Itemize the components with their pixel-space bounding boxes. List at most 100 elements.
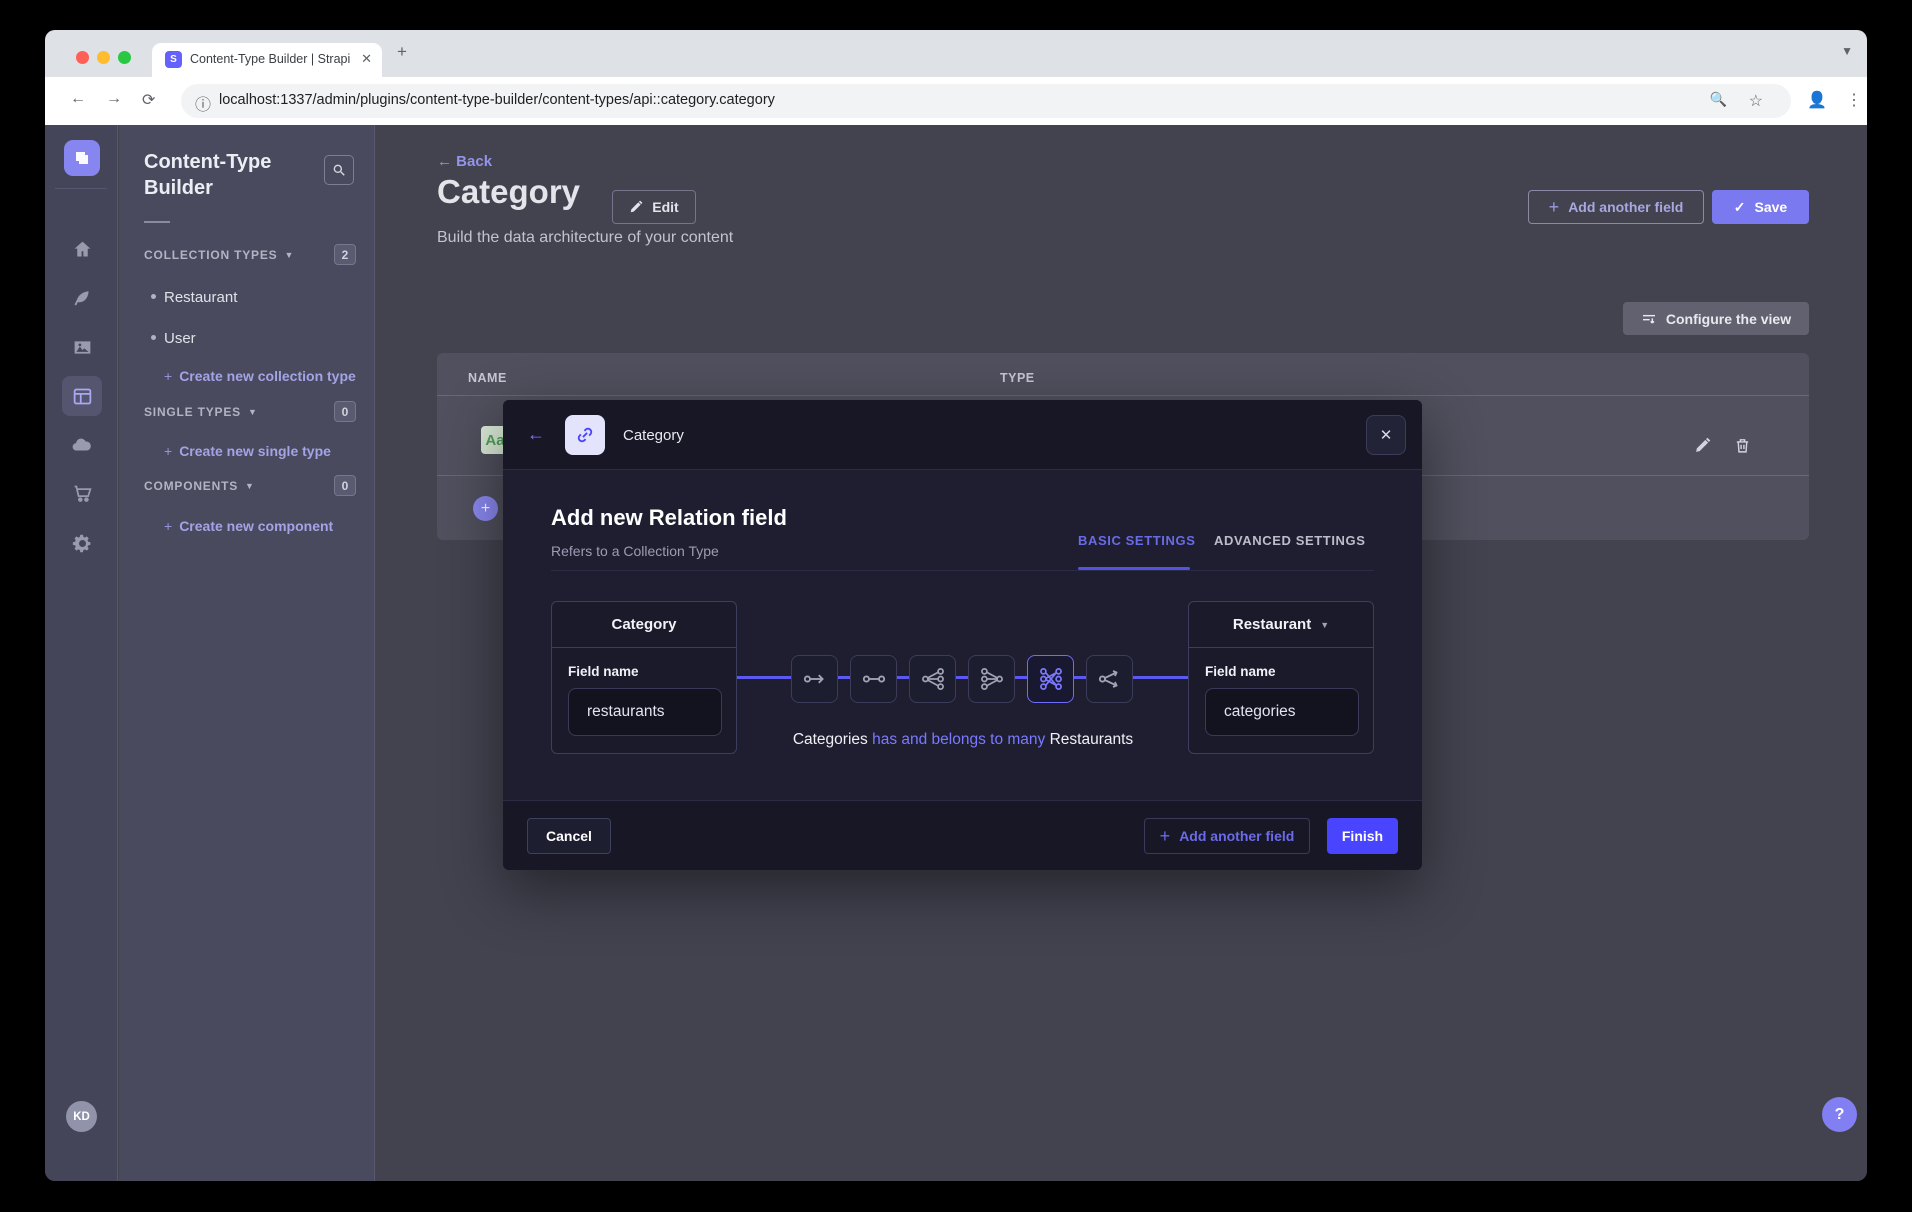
active-tab-underline bbox=[1078, 567, 1190, 570]
bullet-icon bbox=[151, 335, 156, 340]
relation-type-many-to-one-button[interactable] bbox=[968, 655, 1015, 703]
modal-add-another-field-button[interactable]: + Add another field bbox=[1144, 818, 1310, 854]
relation-type-many-way-button[interactable] bbox=[1086, 655, 1133, 703]
rail-home-button[interactable] bbox=[62, 229, 102, 269]
cancel-button[interactable]: Cancel bbox=[527, 818, 611, 854]
search-button[interactable] bbox=[324, 155, 354, 185]
chevron-down-icon: ▼ bbox=[248, 407, 258, 417]
page-title: Category bbox=[437, 173, 580, 211]
components-count-badge: 0 bbox=[334, 475, 356, 496]
rail-cloud-icon[interactable] bbox=[62, 425, 102, 465]
browser-window: S Content-Type Builder | Strapi ✕ + ▼ ← … bbox=[45, 30, 1867, 1181]
plus-icon: + bbox=[164, 443, 172, 459]
one-way-icon bbox=[802, 666, 828, 692]
section-components[interactable]: COMPONENTS▼ bbox=[144, 479, 255, 493]
create-collection-type-link[interactable]: +Create new collection type bbox=[164, 368, 356, 384]
many-way-icon bbox=[1097, 666, 1123, 692]
chevron-down-icon: ▼ bbox=[245, 481, 255, 491]
plus-icon: + bbox=[164, 518, 172, 534]
tab-search-chevron-icon[interactable]: ▼ bbox=[1841, 44, 1853, 58]
bookmark-star-icon[interactable]: ☆ bbox=[1749, 91, 1763, 111]
tab-close-icon[interactable]: ✕ bbox=[361, 51, 372, 67]
relation-type-one-to-many-button[interactable] bbox=[909, 655, 956, 703]
help-button[interactable]: ? bbox=[1822, 1097, 1857, 1132]
bullet-icon bbox=[151, 294, 156, 299]
edit-field-pencil-icon[interactable] bbox=[1694, 437, 1711, 454]
relation-type-one-way-button[interactable] bbox=[791, 655, 838, 703]
add-another-field-button[interactable]: + Add another field bbox=[1528, 190, 1704, 224]
sidebar-title: Content-Type Builder bbox=[144, 149, 294, 201]
modal-subtitle: Refers to a Collection Type bbox=[551, 543, 719, 559]
rail-media-library-icon[interactable] bbox=[62, 327, 102, 367]
chevron-down-icon: ▼ bbox=[284, 250, 294, 260]
delete-field-trash-icon[interactable] bbox=[1734, 437, 1751, 454]
back-icon[interactable]: ← bbox=[70, 90, 86, 108]
url-text: localhost:1337/admin/plugins/content-typ… bbox=[219, 92, 775, 108]
tab-title: Content-Type Builder | Strapi bbox=[190, 52, 350, 66]
modal-back-arrow-icon[interactable]: ← bbox=[527, 424, 545, 445]
rail-content-feather-icon[interactable] bbox=[62, 278, 102, 318]
target-field-name-label: Field name bbox=[1205, 664, 1276, 679]
back-link[interactable]: ← Back bbox=[437, 153, 492, 170]
rail-divider bbox=[55, 188, 107, 189]
modal-header: ← Category ✕ bbox=[503, 400, 1422, 470]
source-box-title: Category bbox=[552, 602, 736, 648]
target-field-name-input[interactable]: categories bbox=[1205, 688, 1359, 736]
strapi-favicon-icon: S bbox=[165, 51, 182, 68]
menu-kebab-icon[interactable]: ⋮ bbox=[1846, 90, 1862, 110]
plus-icon: + bbox=[1549, 197, 1560, 218]
tab-basic-settings[interactable]: BASIC SETTINGS bbox=[1078, 533, 1195, 548]
add-field-plus-icon[interactable]: + bbox=[473, 496, 498, 521]
target-collection-dropdown[interactable]: Restaurant ▼ bbox=[1189, 602, 1373, 648]
forward-icon[interactable]: → bbox=[106, 90, 122, 108]
window-minimize-button[interactable] bbox=[97, 51, 110, 64]
source-field-name-input[interactable]: restaurants bbox=[568, 688, 722, 736]
finish-button[interactable]: Finish bbox=[1327, 818, 1398, 854]
browser-tab-strip: S Content-Type Builder | Strapi ✕ + ▼ bbox=[45, 30, 1867, 77]
modal-header-title: Category bbox=[623, 427, 684, 444]
source-field-name-label: Field name bbox=[568, 664, 639, 679]
modal-close-button[interactable]: ✕ bbox=[1366, 415, 1406, 455]
strapi-admin: KD Content-Type Builder COLLECTION TYPES… bbox=[45, 125, 1867, 1181]
relation-verb: has and belongs to many bbox=[872, 731, 1045, 748]
relation-type-one-to-one-button[interactable] bbox=[850, 655, 897, 703]
modal-footer: Cancel + Add another field Finish bbox=[503, 800, 1422, 870]
sidebar-item-restaurant[interactable]: Restaurant bbox=[164, 289, 237, 306]
column-header-type: TYPE bbox=[1000, 371, 1035, 385]
rail-marketplace-cart-icon[interactable] bbox=[62, 473, 102, 513]
page-subtitle: Build the data architecture of your cont… bbox=[437, 229, 733, 247]
rail-content-type-builder-icon[interactable] bbox=[62, 376, 102, 416]
pencil-icon bbox=[629, 200, 643, 214]
user-avatar[interactable]: KD bbox=[66, 1101, 97, 1132]
nav-rail: KD bbox=[45, 125, 118, 1181]
column-header-name: NAME bbox=[468, 371, 507, 385]
section-single-types[interactable]: SINGLE TYPES▼ bbox=[144, 405, 258, 419]
section-collection-types[interactable]: COLLECTION TYPES▼ bbox=[144, 248, 294, 262]
browser-toolbar: ← → ⟳ ⓘ localhost:1337/admin/plugins/con… bbox=[45, 77, 1867, 125]
browser-tab[interactable]: S Content-Type Builder | Strapi ✕ bbox=[152, 43, 382, 77]
edit-button[interactable]: Edit bbox=[612, 190, 696, 224]
save-button[interactable]: ✓ Save bbox=[1712, 190, 1809, 224]
profile-icon[interactable]: 👤 bbox=[1807, 90, 1827, 110]
one-to-one-icon bbox=[861, 666, 887, 692]
sidebar-item-user[interactable]: User bbox=[164, 330, 196, 347]
relation-type-many-to-many-button[interactable] bbox=[1027, 655, 1074, 703]
window-close-button[interactable] bbox=[76, 51, 89, 64]
plus-icon: + bbox=[164, 368, 172, 384]
one-to-many-icon bbox=[920, 666, 946, 692]
modal-title: Add new Relation field bbox=[551, 505, 787, 531]
new-tab-button[interactable]: + bbox=[397, 42, 407, 62]
window-maximize-button[interactable] bbox=[118, 51, 131, 64]
rail-settings-gear-icon[interactable] bbox=[62, 523, 102, 563]
create-single-type-link[interactable]: +Create new single type bbox=[164, 443, 331, 459]
table-divider bbox=[437, 395, 1809, 396]
address-bar[interactable]: ⓘ localhost:1337/admin/plugins/content-t… bbox=[181, 84, 1791, 118]
strapi-logo-icon[interactable] bbox=[64, 140, 100, 176]
configure-view-button[interactable]: Configure the view bbox=[1623, 302, 1809, 335]
tab-advanced-settings[interactable]: ADVANCED SETTINGS bbox=[1214, 533, 1366, 548]
zoom-icon[interactable]: 🔍 bbox=[1710, 91, 1727, 108]
reload-icon[interactable]: ⟳ bbox=[142, 90, 155, 110]
create-component-link[interactable]: +Create new component bbox=[164, 518, 333, 534]
chevron-down-icon: ▼ bbox=[1320, 620, 1329, 630]
site-info-icon[interactable]: ⓘ bbox=[195, 91, 211, 115]
